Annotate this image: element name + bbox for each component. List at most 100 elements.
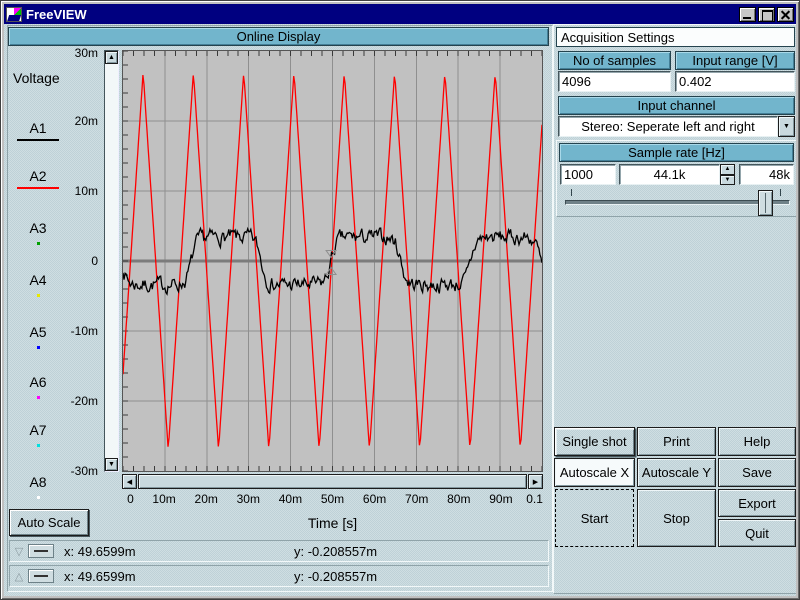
scroll-right-button[interactable]: ▶ [528, 474, 543, 489]
channel-label[interactable]: A3 [29, 220, 46, 236]
minimize-button[interactable] [739, 7, 756, 22]
channel-label[interactable]: A1 [29, 120, 46, 136]
cursor-line-style-button[interactable] [28, 569, 54, 583]
spin-down-button[interactable]: ▼ [720, 175, 735, 186]
y-tick: 10m [56, 184, 98, 198]
input-range-header: Input range [V] [675, 51, 795, 70]
y-axis-ticks: 30m 20m 10m 0 -10m -20m -30m [56, 50, 98, 484]
slider-tick-min [571, 189, 572, 196]
scroll-down-button[interactable]: ▼ [105, 458, 118, 471]
cursor-line-style-button[interactable] [28, 544, 54, 558]
start-button[interactable]: Start [555, 489, 634, 547]
export-button[interactable]: Export [718, 489, 796, 517]
title-bar[interactable]: FreeVIEW [4, 4, 796, 24]
save-button[interactable]: Save [718, 458, 796, 487]
x-tick: 40m [279, 492, 302, 506]
sample-rate-min-input[interactable]: 1000 [560, 164, 616, 185]
x-tick: 30m [237, 492, 260, 506]
stop-button[interactable]: Stop [637, 489, 716, 547]
app-window: FreeVIEW Online Display Voltage A1 A2 A3… [0, 0, 800, 600]
channel-line-swatch [17, 187, 59, 189]
x-axis-title: Time [s] [122, 515, 543, 531]
y-tick: 20m [56, 114, 98, 128]
auto-scale-button[interactable]: Auto Scale [9, 509, 89, 536]
combo-dropdown-icon[interactable]: ▼ [778, 116, 795, 137]
print-button[interactable]: Print [637, 427, 716, 456]
sample-rate-spinner[interactable]: 44.1k ▲ ▼ [619, 164, 735, 185]
x-tick: 90m [489, 492, 512, 506]
x-tick: 70m [405, 492, 428, 506]
x-tick: 0.1 [526, 492, 543, 506]
sample-rate-slider[interactable] [561, 187, 794, 217]
y-tick: -20m [56, 394, 98, 408]
x-tick: 20m [195, 492, 218, 506]
maximize-button[interactable] [758, 7, 775, 22]
x-axis-ticks: 0 10m 20m 30m 40m 50m 60m 70m 80m 90m 0.… [122, 492, 543, 506]
cursor-y-value: y: -0.208557m [294, 569, 377, 584]
y-axis-title: Voltage [13, 70, 60, 86]
no-of-samples-input[interactable]: 4096 [558, 71, 671, 92]
cursor-up-marker-icon: △ [10, 570, 28, 583]
input-channel-select[interactable]: Stereo: Seperate left and right ▼ [558, 116, 795, 137]
channel-dot-swatch [37, 346, 40, 349]
settings-panel: Acquisition Settings No of samples Input… [553, 24, 796, 594]
channel-label[interactable]: A8 [29, 474, 46, 490]
channel-label[interactable]: A7 [29, 422, 46, 438]
y-tick: 0 [56, 254, 98, 268]
sample-rate-group: Sample rate [Hz] 1000 44.1k ▲ ▼ 48k [556, 140, 796, 217]
y-tick: 30m [56, 46, 98, 60]
input-range-input[interactable]: 0.402 [675, 71, 795, 92]
spin-up-button[interactable]: ▲ [720, 164, 735, 175]
autoscale-x-button[interactable]: Autoscale X [554, 458, 635, 487]
sample-rate-max-input[interactable]: 48k [739, 164, 794, 185]
quit-button[interactable]: Quit [718, 519, 796, 547]
cursor-x-value: x: 49.6599m [64, 544, 294, 559]
x-tick: 50m [321, 492, 344, 506]
x-tick: 10m [152, 492, 175, 506]
window-title: FreeVIEW [26, 7, 87, 22]
no-of-samples-header: No of samples [558, 51, 671, 70]
help-button[interactable]: Help [718, 427, 796, 456]
cursor-down-marker-icon: ▽ [10, 545, 28, 558]
single-shot-button[interactable]: Single shot [554, 427, 635, 456]
scroll-left-button[interactable]: ◀ [122, 474, 137, 489]
channel-dot-swatch [37, 294, 40, 297]
autoscale-y-button[interactable]: Autoscale Y [637, 458, 716, 487]
slider-tick-max [780, 189, 781, 196]
waveform-plot[interactable] [122, 50, 543, 472]
acquisition-settings-title: Acquisition Settings [556, 27, 795, 47]
sample-rate-header: Sample rate [Hz] [559, 143, 794, 162]
channel-label[interactable]: A6 [29, 374, 46, 390]
channel-dot-swatch [37, 396, 40, 399]
vertical-scrollbar[interactable]: ▲ ▼ [104, 50, 119, 472]
cursor-y-value: y: -0.208557m [294, 544, 377, 559]
close-button[interactable] [777, 7, 794, 22]
x-tick: 60m [363, 492, 386, 506]
channel-label[interactable]: A2 [29, 168, 46, 184]
x-tick: 80m [447, 492, 470, 506]
horizontal-scrollbar[interactable]: ◀ ▶ [122, 474, 543, 489]
channel-dot-swatch [37, 444, 40, 447]
sample-rate-value[interactable]: 44.1k [619, 164, 720, 185]
slider-groove[interactable] [565, 200, 790, 205]
x-tick: 0 [127, 492, 134, 506]
cursor-readout-row-2: △ x: 49.6599m y: -0.208557m [9, 565, 549, 587]
channel-label[interactable]: A4 [29, 272, 46, 288]
channel-line-swatch [17, 139, 59, 141]
waveform-svg [123, 51, 542, 471]
horizontal-scroll-thumb[interactable] [138, 474, 527, 489]
cursor-readout-row-1: ▽ x: 49.6599m y: -0.208557m [9, 540, 549, 562]
sample-rate-slider-handle[interactable] [758, 190, 773, 216]
channel-dot-swatch [37, 496, 40, 499]
online-display-header: Online Display [8, 27, 549, 46]
input-channel-header: Input channel [558, 96, 795, 115]
input-channel-value[interactable]: Stereo: Seperate left and right [558, 116, 778, 137]
y-tick: -30m [56, 464, 98, 478]
app-icon [6, 7, 22, 22]
y-tick: -10m [56, 324, 98, 338]
scroll-up-button[interactable]: ▲ [105, 51, 118, 64]
cursor-x-value: x: 49.6599m [64, 569, 294, 584]
channel-dot-swatch [37, 242, 40, 245]
channel-label[interactable]: A5 [29, 324, 46, 340]
main-content: Online Display Voltage A1 A2 A3 A4 A5 A6 [4, 24, 796, 596]
